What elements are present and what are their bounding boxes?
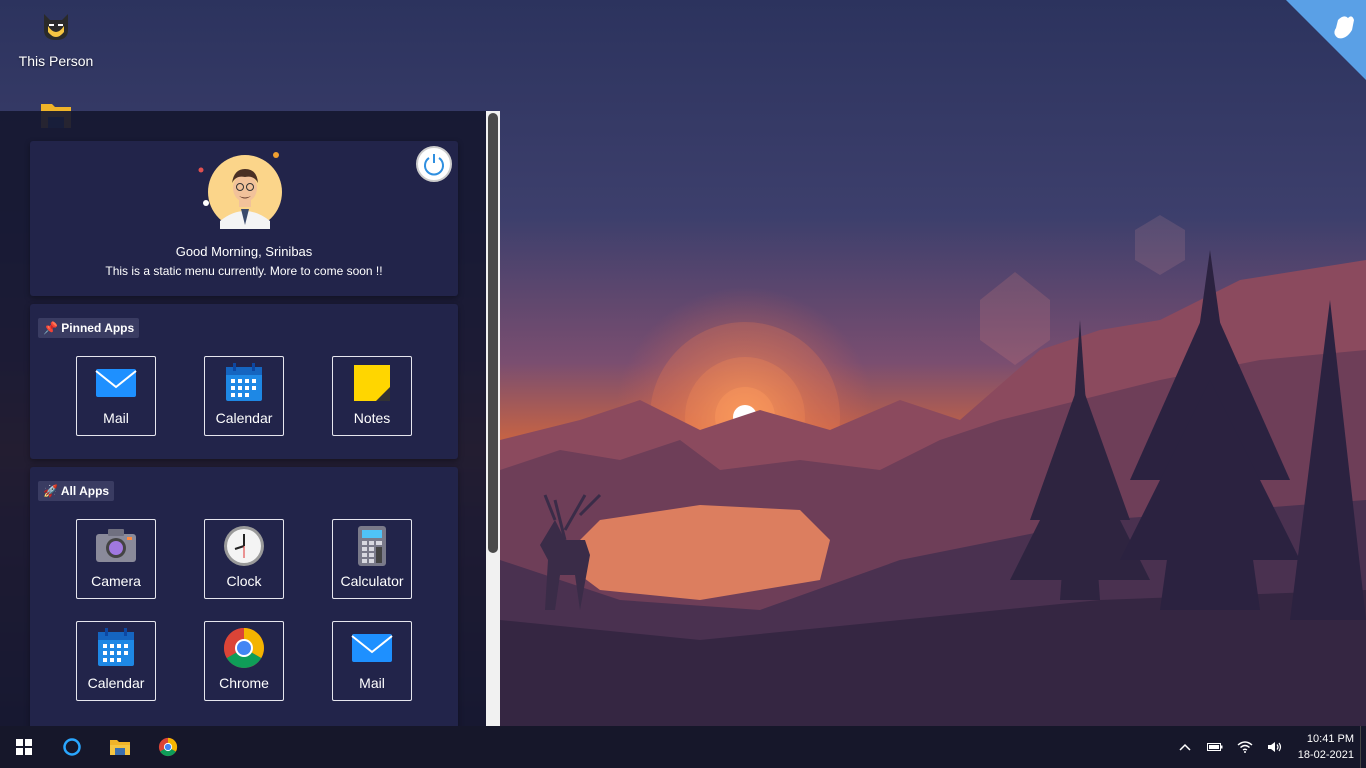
wifi-icon	[1237, 741, 1253, 753]
system-tray: 10:41 PM 18-02-2021	[1170, 726, 1366, 768]
calculator-icon	[358, 526, 386, 566]
mail-icon	[95, 369, 137, 397]
camera-icon	[96, 529, 136, 562]
greeting-text: Good Morning, Srinibas	[175, 244, 313, 259]
decor-dot	[273, 152, 279, 158]
taskbar: 10:41 PM 18-02-2021	[0, 726, 1366, 768]
pinned-apps-title: 📌 Pinned Apps	[38, 318, 140, 338]
chrome-icon	[158, 737, 178, 757]
all-apps-title: 🚀 All Apps	[38, 481, 115, 501]
notes-icon	[354, 365, 390, 401]
file-explorer-button[interactable]	[96, 726, 144, 768]
clock-icon	[224, 526, 264, 566]
network-button[interactable]	[1230, 726, 1260, 768]
pinned-tile-calendar[interactable]: Calendar	[204, 356, 284, 436]
app-tile-camera[interactable]: Camera	[76, 519, 156, 599]
chrome-icon	[224, 628, 264, 668]
battery-button[interactable]	[1200, 726, 1230, 768]
file-explorer-icon	[110, 740, 130, 755]
chrome-taskbar-button[interactable]	[144, 726, 192, 768]
clock-date: 18-02-2021	[1297, 749, 1354, 761]
pinned-tile-notes[interactable]: Notes	[332, 356, 412, 436]
masked-hero-icon	[44, 14, 68, 40]
chevron-up-icon	[1179, 743, 1191, 751]
mail-icon	[351, 634, 393, 662]
clock-time: 10:41 PM	[1306, 733, 1354, 745]
battery-icon	[1206, 743, 1223, 751]
start-menu-scrollbar[interactable]	[486, 111, 500, 726]
volume-button[interactable]	[1260, 726, 1290, 768]
decor-dot	[203, 200, 209, 206]
show-desktop-button[interactable]	[1360, 726, 1366, 768]
app-tile-calculator[interactable]: Calculator	[332, 519, 412, 599]
app-tile-mail[interactable]: Mail	[332, 621, 412, 701]
taskbar-clock[interactable]: 10:41 PM 18-02-2021	[1290, 731, 1360, 763]
desktop-icon-label: This Person	[18, 53, 94, 69]
start-menu: Good Morning, Srinibas This is a static …	[0, 111, 500, 726]
cortana-icon	[63, 738, 81, 756]
app-tile-calendar[interactable]: Calendar	[76, 621, 156, 701]
all-apps-section: 🚀 All Apps Camera Clock Calculator Calen…	[30, 467, 458, 726]
corner-ribbon-icon[interactable]	[1286, 0, 1366, 80]
pinned-tile-mail[interactable]: Mail	[76, 356, 156, 436]
power-button[interactable]	[416, 146, 452, 182]
app-tile-chrome[interactable]: Chrome	[204, 621, 284, 701]
show-hidden-icons-button[interactable]	[1170, 726, 1200, 768]
scrollbar-thumb[interactable]	[488, 113, 498, 553]
volume-icon	[1267, 742, 1281, 752]
decor-dot	[198, 167, 204, 173]
rocket-icon: 🚀	[43, 484, 58, 498]
desktop-icon-this-person[interactable]: This Person	[1, 10, 111, 69]
menu-subtitle: This is a static menu currently. More to…	[105, 264, 383, 278]
calendar-icon	[98, 628, 134, 666]
windows-start-icon	[16, 739, 32, 755]
profile-card: Good Morning, Srinibas This is a static …	[30, 141, 458, 296]
app-tile-clock[interactable]: Clock	[204, 519, 284, 599]
power-icon	[424, 154, 444, 176]
user-avatar	[208, 155, 282, 229]
start-button[interactable]	[0, 726, 48, 768]
pinned-apps-section: 📌 Pinned Apps Mail Calendar Notes	[30, 304, 458, 459]
cortana-button[interactable]	[48, 726, 96, 768]
pin-icon: 📌	[43, 321, 58, 335]
calendar-icon	[226, 363, 262, 401]
